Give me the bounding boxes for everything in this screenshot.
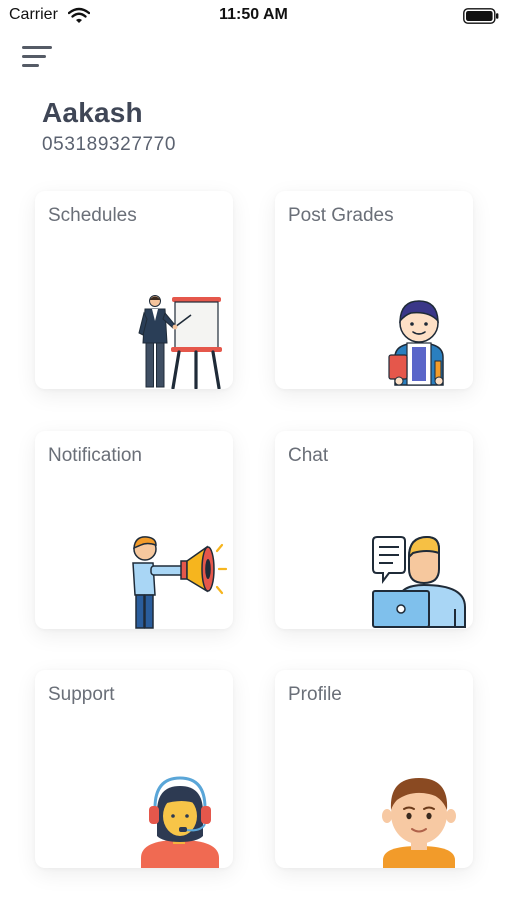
profile-avatar-icon xyxy=(382,778,456,868)
headset-support-icon xyxy=(141,776,219,868)
notification-card[interactable]: Notification xyxy=(35,431,233,629)
status-time: 11:50 AM xyxy=(219,6,288,23)
card-label-support: Support xyxy=(48,684,115,705)
card-label-notification: Notification xyxy=(48,445,142,466)
profile-card[interactable]: Profile xyxy=(275,670,473,868)
teacher-presentation-icon xyxy=(138,295,222,389)
post-grades-card[interactable]: Post Grades xyxy=(275,191,473,389)
card-label-chat: Chat xyxy=(288,445,329,466)
chat-card[interactable]: Chat xyxy=(275,431,473,629)
schedules-card[interactable]: Schedules xyxy=(35,191,233,389)
battery-icon xyxy=(463,8,499,24)
support-card[interactable]: Support xyxy=(35,670,233,868)
chat-laptop-icon xyxy=(372,535,466,628)
student-icon xyxy=(388,300,444,386)
card-label-profile: Profile xyxy=(288,684,342,705)
user-phone: 053189327770 xyxy=(42,134,177,155)
card-label-post-grades: Post Grades xyxy=(288,205,394,226)
hamburger-menu-icon[interactable] xyxy=(22,44,54,70)
status-bar: Carrier 11:50 AM xyxy=(0,0,507,32)
card-label-schedules: Schedules xyxy=(48,205,137,226)
user-name: Aakash xyxy=(42,97,143,128)
megaphone-icon xyxy=(132,536,228,629)
